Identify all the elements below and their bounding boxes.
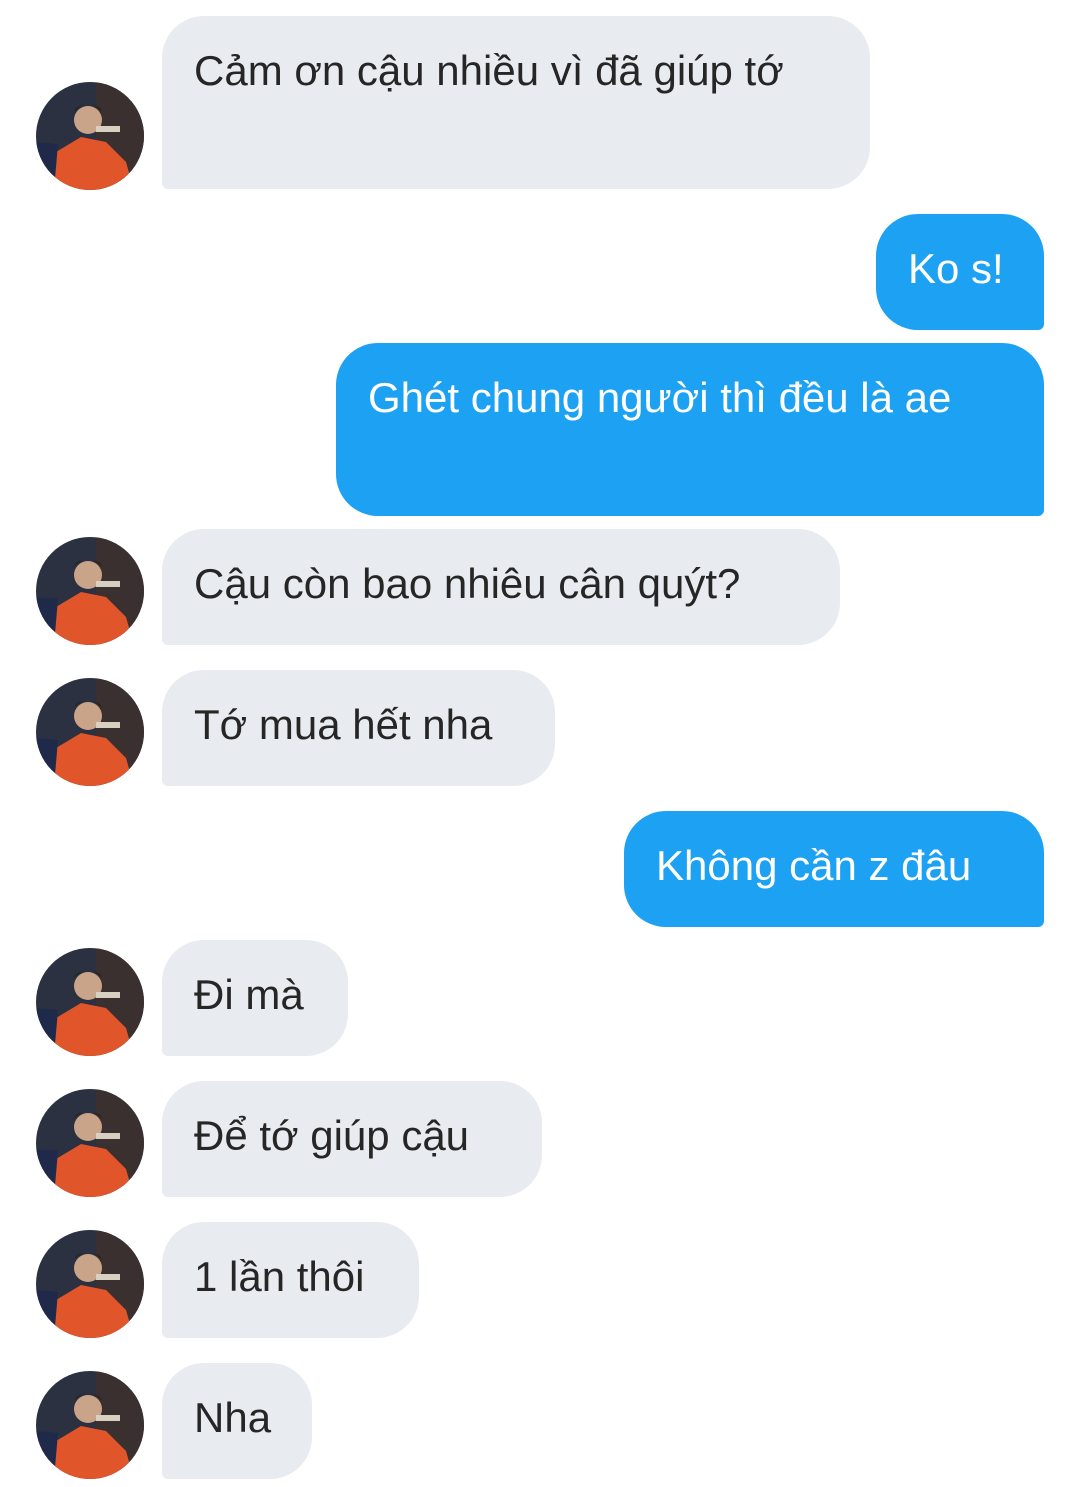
contact-avatar-image xyxy=(36,1230,144,1338)
message-bubble[interactable]: Cậu còn bao nhiêu cân quýt? xyxy=(162,529,840,645)
contact-avatar-image xyxy=(36,948,144,1056)
message-bubble[interactable]: Ko s! xyxy=(876,214,1044,330)
contact-avatar[interactable] xyxy=(36,82,144,190)
message-bubble[interactable]: Để tớ giúp cậu xyxy=(162,1081,542,1197)
contact-avatar[interactable] xyxy=(36,948,144,1056)
message-bubble[interactable]: Không cần z đâu xyxy=(624,811,1044,927)
message-bubble[interactable]: Cảm ơn cậu nhiều vì đã giúp tớ xyxy=(162,16,870,189)
contact-avatar-image xyxy=(36,82,144,190)
contact-avatar[interactable] xyxy=(36,1371,144,1479)
message-bubble[interactable]: Đi mà xyxy=(162,940,348,1056)
contact-avatar[interactable] xyxy=(36,537,144,645)
contact-avatar[interactable] xyxy=(36,678,144,786)
contact-avatar-image xyxy=(36,537,144,645)
message-bubble[interactable]: Tớ mua hết nha xyxy=(162,670,555,786)
contact-avatar[interactable] xyxy=(36,1089,144,1197)
contact-avatar[interactable] xyxy=(36,1230,144,1338)
contact-avatar-image xyxy=(36,1089,144,1197)
message-bubble[interactable]: 1 lần thôi xyxy=(162,1222,419,1338)
message-bubble[interactable]: Nha xyxy=(162,1363,312,1479)
contact-avatar-image xyxy=(36,678,144,786)
contact-avatar-image xyxy=(36,1371,144,1479)
message-bubble[interactable]: Ghét chung người thì đều là ae xyxy=(336,343,1044,516)
